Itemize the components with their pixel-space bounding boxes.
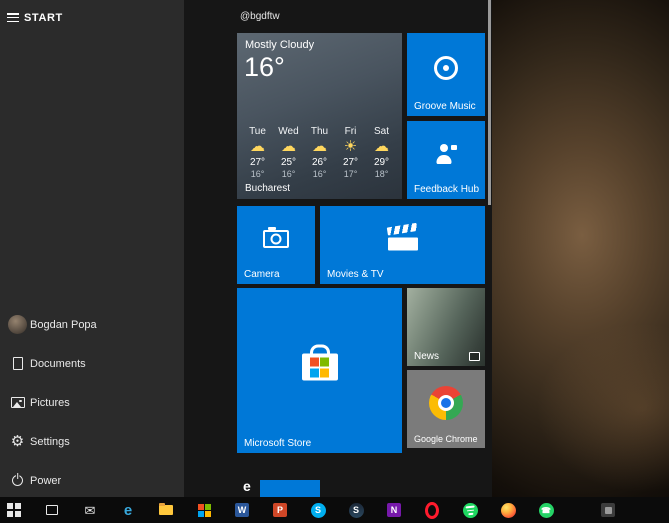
feedback-hub-icon (435, 144, 457, 164)
sun-icon: ☀ (343, 138, 358, 155)
forecast-col: Wed ☁ 25° 16° (273, 126, 304, 179)
forecast-col: Sat ☁ 29° 18° (366, 126, 397, 179)
document-icon (8, 354, 27, 373)
opera-icon (425, 501, 439, 519)
whatsapp-icon: ☎ (538, 502, 554, 518)
camera-icon (263, 226, 289, 248)
taskbar-onenote[interactable]: N (386, 502, 402, 518)
pictures-icon (8, 393, 27, 412)
store-flag-icon (197, 503, 211, 517)
taskbar-firefox[interactable] (500, 502, 516, 518)
taskbar-spotify[interactable] (461, 501, 479, 519)
news-photo-badge-icon (469, 352, 480, 361)
taskbar-powerpoint[interactable]: P (272, 502, 288, 518)
sidebar-item-label: Power (30, 474, 62, 487)
start-menu-title: START (24, 12, 63, 24)
taskbar-microsoft-store[interactable] (196, 502, 212, 518)
firefox-icon (500, 502, 516, 518)
tile-microsoft-store[interactable]: Microsoft Store (237, 288, 402, 453)
start-sidebar: START Bogdan Popa Documents Pictures ⚙ S… (0, 0, 184, 497)
taskbar: ✉ e W P S S N ☎ (0, 497, 669, 523)
word-icon: W (235, 503, 249, 517)
forecast-col: Thu ☁ 26° 16° (304, 126, 335, 179)
sidebar-item-pictures[interactable]: Pictures (0, 383, 184, 422)
clapperboard-icon (386, 222, 418, 251)
app-icon (601, 503, 615, 517)
tile-news[interactable]: News (407, 288, 485, 366)
mail-icon: ✉ (84, 502, 96, 518)
taskbar-app[interactable] (600, 502, 616, 518)
store-bag-icon (301, 353, 338, 381)
screen: START Bogdan Popa Documents Pictures ⚙ S… (0, 0, 669, 523)
partial-tile-edge[interactable]: e (243, 478, 251, 494)
forecast-col: Tue ☁ 27° 16° (242, 126, 273, 179)
task-view-icon (46, 505, 58, 515)
tile-weather[interactable]: Mostly Cloudy 16° Tue ☁ 27° 16° Wed ☁ 25… (237, 33, 402, 199)
tile-google-chrome[interactable]: Google Chrome (407, 370, 485, 448)
tile-groove-music[interactable]: Groove Music (407, 33, 485, 116)
sidebar-items: Bogdan Popa Documents Pictures ⚙ Setting… (0, 305, 184, 500)
sidebar-item-label: Documents (30, 357, 86, 370)
edge-icon: e (123, 501, 133, 519)
taskbar-mail[interactable]: ✉ (82, 502, 98, 518)
skype-icon: S (310, 502, 326, 518)
taskbar-steam[interactable]: S (348, 502, 364, 518)
steam-icon: S (348, 502, 364, 518)
start-menu-scrollbar[interactable] (488, 0, 491, 205)
weather-forecast: Tue ☁ 27° 16° Wed ☁ 25° 16° Thu ☁ 26° 16… (242, 126, 397, 179)
weather-condition: Mostly Cloudy (245, 39, 315, 51)
sidebar-item-power[interactable]: Power (0, 461, 184, 500)
weather-current-temp: 16° (244, 52, 285, 82)
cloud-icon: ☁ (312, 138, 327, 155)
cloud-icon: ☁ (374, 138, 389, 155)
sidebar-item-settings[interactable]: ⚙ Settings (0, 422, 184, 461)
tile-camera[interactable]: Camera (237, 206, 315, 284)
sidebar-item-documents[interactable]: Documents (0, 344, 184, 383)
spotify-icon (461, 501, 479, 519)
chrome-logo-icon (429, 385, 463, 420)
powerpoint-icon: P (273, 503, 287, 517)
tile-movies-tv[interactable]: Movies & TV (320, 206, 485, 284)
onenote-icon: N (387, 503, 401, 517)
taskbar-file-explorer[interactable] (158, 502, 174, 518)
taskbar-opera[interactable] (424, 501, 440, 519)
folder-icon (159, 502, 173, 515)
sidebar-item-label: Bogdan Popa (30, 318, 97, 331)
taskbar-word[interactable]: W (234, 502, 250, 518)
groove-music-icon (434, 55, 458, 80)
sidebar-item-label: Pictures (30, 396, 70, 409)
sidebar-item-user[interactable]: Bogdan Popa (0, 305, 184, 344)
weather-location: Bucharest (245, 183, 291, 194)
tile-feedback-hub[interactable]: Feedback Hub (407, 121, 485, 199)
taskbar-whatsapp[interactable]: ☎ (538, 502, 554, 518)
start-menu: START Bogdan Popa Documents Pictures ⚙ S… (0, 0, 492, 497)
windows-logo-icon (6, 502, 22, 518)
cloud-icon: ☁ (250, 138, 265, 155)
user-avatar (8, 315, 27, 334)
forecast-col: Fri ☀ 27° 17° (335, 126, 366, 179)
partial-tile[interactable] (260, 480, 320, 497)
tile-group-title[interactable]: @bgdftw (240, 11, 280, 22)
taskbar-skype[interactable]: S (310, 502, 326, 518)
start-button[interactable] (6, 502, 22, 518)
cloud-icon: ☁ (281, 138, 296, 155)
gear-icon: ⚙ (10, 433, 25, 450)
task-view-button[interactable] (44, 502, 60, 518)
power-icon (8, 471, 27, 490)
hamburger-icon[interactable] (7, 13, 20, 24)
taskbar-edge[interactable]: e (120, 502, 136, 518)
sidebar-item-label: Settings (30, 435, 70, 448)
